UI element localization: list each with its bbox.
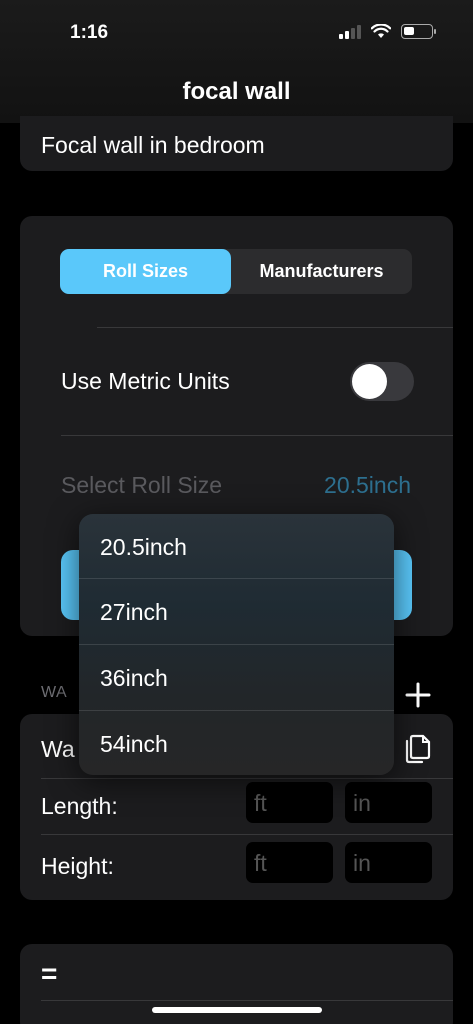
tab-manufacturers[interactable]: Manufacturers bbox=[231, 249, 412, 294]
wall-name[interactable]: Wa bbox=[41, 736, 75, 763]
roll-size-picker[interactable]: 20.5inch bbox=[324, 472, 411, 499]
status-icons bbox=[339, 24, 436, 39]
length-in-field[interactable]: in bbox=[345, 782, 432, 823]
tab-roll-sizes[interactable]: Roll Sizes bbox=[60, 249, 231, 294]
menu-item-roll-size[interactable]: 20.5inch bbox=[79, 514, 394, 579]
menu-item-roll-size[interactable]: 36inch bbox=[79, 645, 394, 710]
length-label: Length: bbox=[41, 793, 118, 819]
project-name[interactable]: Focal wall in bedroom bbox=[41, 132, 265, 159]
divider bbox=[41, 1000, 453, 1001]
status-time: 1:16 bbox=[70, 22, 109, 43]
menu-item-roll-size[interactable]: 54inch bbox=[79, 711, 394, 775]
equals-symbol: = bbox=[41, 958, 58, 989]
height-ft-field[interactable]: ft bbox=[246, 842, 333, 883]
roll-size-menu: 20.5inch 27inch 36inch 54inch bbox=[79, 514, 394, 775]
divider bbox=[41, 834, 453, 835]
home-indicator[interactable] bbox=[152, 1007, 322, 1013]
metric-units-label: Use Metric Units bbox=[61, 368, 230, 394]
length-ft-field[interactable]: ft bbox=[246, 782, 333, 823]
divider bbox=[41, 778, 453, 779]
height-label: Height: bbox=[41, 853, 114, 879]
toggle-knob bbox=[352, 364, 387, 399]
battery-icon bbox=[401, 24, 436, 39]
divider bbox=[97, 327, 453, 328]
walls-section-header: WA bbox=[41, 684, 68, 701]
menu-item-roll-size[interactable]: 27inch bbox=[79, 579, 394, 644]
divider bbox=[61, 435, 453, 436]
wifi-icon bbox=[371, 24, 391, 38]
metric-units-toggle[interactable] bbox=[350, 362, 414, 401]
page-title: focal wall bbox=[182, 78, 291, 105]
roll-size-label: Select Roll Size bbox=[61, 472, 223, 498]
navigation-bar: 1:16 focal wall bbox=[0, 0, 473, 123]
project-name-card[interactable]: Focal wall in bedroom bbox=[20, 116, 453, 171]
cellular-signal-icon bbox=[339, 24, 361, 39]
duplicate-icon[interactable] bbox=[402, 730, 432, 764]
tab-control: Roll Sizes Manufacturers bbox=[60, 249, 412, 294]
add-wall-icon[interactable] bbox=[403, 680, 433, 710]
height-in-field[interactable]: in bbox=[345, 842, 432, 883]
